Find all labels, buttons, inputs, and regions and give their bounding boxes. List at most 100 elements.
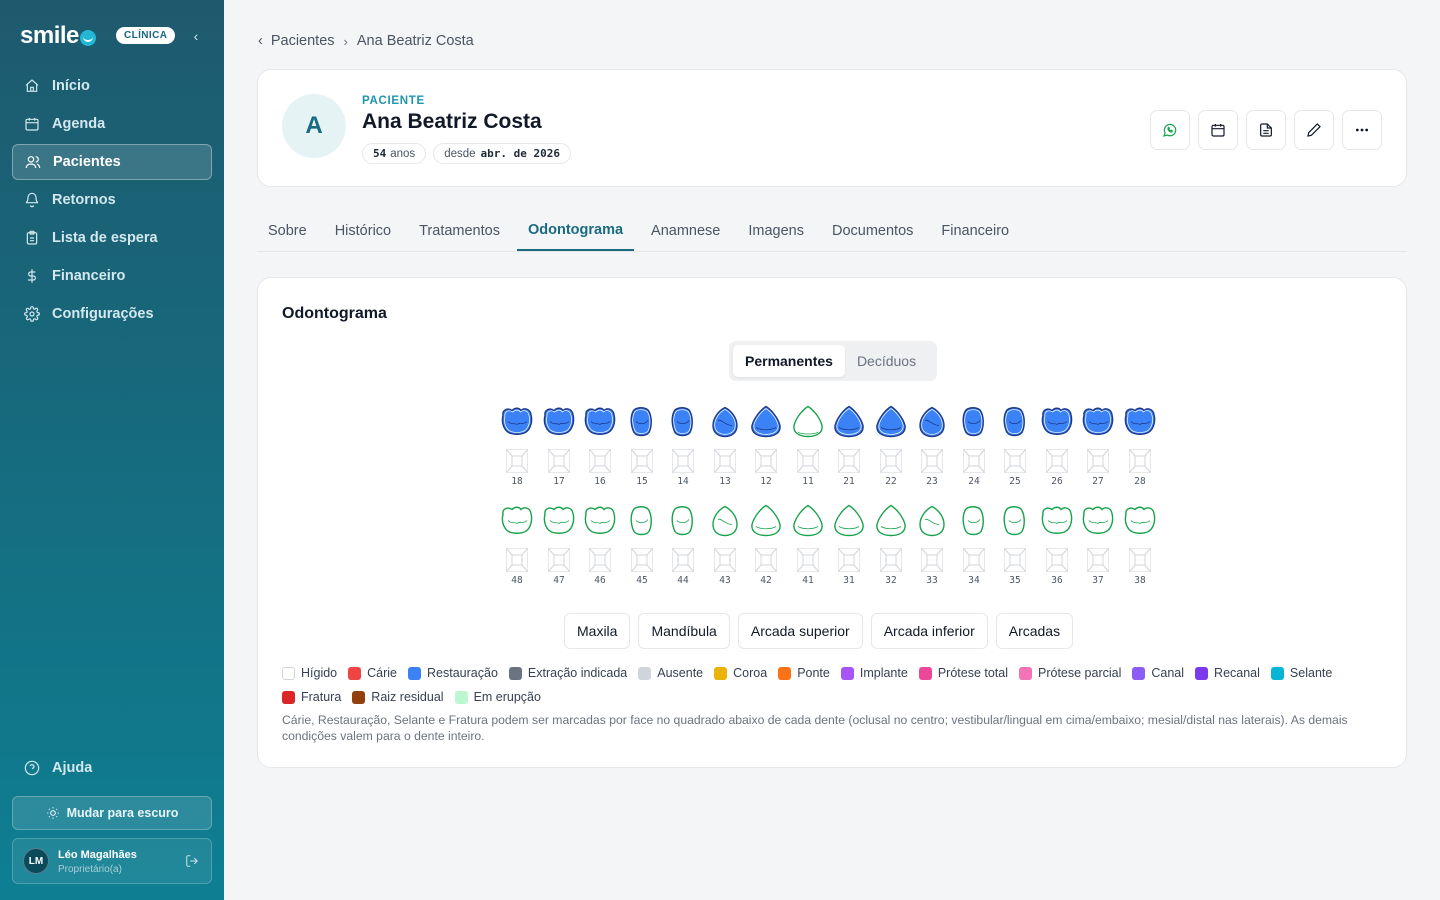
tooth-faces[interactable] (921, 449, 943, 473)
tooth-faces[interactable] (1004, 548, 1026, 572)
tooth-36[interactable]: 36 (1037, 498, 1077, 586)
tooth-14[interactable]: 14 (663, 399, 703, 487)
tooth-42[interactable]: 42 (746, 498, 786, 586)
tooth-45[interactable]: 45 (622, 498, 662, 586)
tooth-crown[interactable] (498, 498, 536, 543)
tooth-crown[interactable] (872, 498, 910, 543)
tab-odontograma[interactable]: Odontograma (516, 210, 635, 251)
tooth-35[interactable]: 35 (995, 498, 1035, 586)
tooth-faces[interactable] (1087, 449, 1109, 473)
tooth-crown[interactable] (664, 399, 702, 444)
tooth-faces[interactable] (589, 548, 611, 572)
tooth-crown[interactable] (540, 498, 578, 543)
tooth-faces[interactable] (963, 548, 985, 572)
tab-imagens[interactable]: Imagens (737, 210, 815, 251)
tooth-26[interactable]: 26 (1037, 399, 1077, 487)
tab-sobre[interactable]: Sobre (257, 210, 318, 251)
whatsapp-button[interactable] (1150, 110, 1190, 150)
tooth-faces[interactable] (880, 449, 902, 473)
tooth-faces[interactable] (1046, 548, 1068, 572)
tooth-25[interactable]: 25 (995, 399, 1035, 487)
breadcrumb-parent[interactable]: Pacientes (271, 33, 335, 49)
sidebar-item-retornos[interactable]: Retornos (12, 182, 212, 218)
tooth-crown[interactable] (872, 399, 910, 444)
tooth-faces[interactable] (714, 449, 736, 473)
tooth-faces[interactable] (1046, 449, 1068, 473)
tooth-crown[interactable] (581, 399, 619, 444)
tooth-crown[interactable] (1079, 498, 1117, 543)
tooth-31[interactable]: 31 (829, 498, 869, 586)
region-maxila-button[interactable]: Maxila (564, 613, 631, 649)
region-mandibula-button[interactable]: Mandíbula (638, 613, 730, 649)
tooth-12[interactable]: 12 (746, 399, 786, 487)
tooth-27[interactable]: 27 (1078, 399, 1118, 487)
tooth-crown[interactable] (789, 498, 827, 543)
tooth-22[interactable]: 22 (871, 399, 911, 487)
tooth-crown[interactable] (913, 399, 951, 444)
tooth-crown[interactable] (747, 399, 785, 444)
collapse-sidebar-button[interactable]: ‹ (188, 28, 204, 44)
document-button[interactable] (1246, 110, 1286, 150)
tooth-faces[interactable] (714, 548, 736, 572)
tooth-crown[interactable] (1038, 498, 1076, 543)
tooth-crown[interactable] (1079, 399, 1117, 444)
tooth-faces[interactable] (672, 449, 694, 473)
tooth-crown[interactable] (996, 399, 1034, 444)
tooth-crown[interactable] (1038, 399, 1076, 444)
tooth-37[interactable]: 37 (1078, 498, 1118, 586)
tooth-crown[interactable] (1121, 399, 1159, 444)
tooth-faces[interactable] (589, 449, 611, 473)
tooth-crown[interactable] (623, 399, 661, 444)
tab-tratamentos[interactable]: Tratamentos (408, 210, 511, 251)
tooth-faces[interactable] (755, 548, 777, 572)
tooth-crown[interactable] (955, 399, 993, 444)
edit-button[interactable] (1294, 110, 1334, 150)
tooth-44[interactable]: 44 (663, 498, 703, 586)
tooth-faces[interactable] (506, 548, 528, 572)
tooth-faces[interactable] (963, 449, 985, 473)
tooth-faces[interactable] (631, 449, 653, 473)
sidebar-item-configura-es[interactable]: Configurações (12, 296, 212, 332)
sidebar-item-financeiro[interactable]: Financeiro (12, 258, 212, 294)
tooth-crown[interactable] (996, 498, 1034, 543)
brand-logo[interactable]: smile (20, 22, 96, 50)
tooth-faces[interactable] (672, 548, 694, 572)
tooth-crown[interactable] (913, 498, 951, 543)
tooth-46[interactable]: 46 (580, 498, 620, 586)
tooth-21[interactable]: 21 (829, 399, 869, 487)
sidebar-item-pacientes[interactable]: Pacientes (12, 144, 212, 180)
tooth-faces[interactable] (755, 449, 777, 473)
schedule-button[interactable] (1198, 110, 1238, 150)
tab-anamnese[interactable]: Anamnese (640, 210, 731, 251)
tooth-41[interactable]: 41 (788, 498, 828, 586)
tab-documentos[interactable]: Documentos (821, 210, 924, 251)
tooth-faces[interactable] (1004, 449, 1026, 473)
sidebar-item-lista-de-espera[interactable]: Lista de espera (12, 220, 212, 256)
tooth-crown[interactable] (789, 399, 827, 444)
tooth-faces[interactable] (1129, 449, 1151, 473)
tooth-faces[interactable] (797, 548, 819, 572)
tooth-faces[interactable] (838, 548, 860, 572)
region-arcadas-button[interactable]: Arcadas (995, 613, 1074, 649)
tooth-16[interactable]: 16 (580, 399, 620, 487)
region-arcada-superior-button[interactable]: Arcada superior (737, 613, 863, 649)
tooth-crown[interactable] (955, 498, 993, 543)
region-arcada-inferior-button[interactable]: Arcada inferior (870, 613, 988, 649)
tooth-faces[interactable] (921, 548, 943, 572)
tooth-faces[interactable] (797, 449, 819, 473)
tooth-18[interactable]: 18 (497, 399, 537, 487)
tooth-crown[interactable] (623, 498, 661, 543)
logout-icon[interactable] (185, 854, 199, 868)
tooth-47[interactable]: 47 (539, 498, 579, 586)
tooth-23[interactable]: 23 (912, 399, 952, 487)
sidebar-item-agenda[interactable]: Agenda (12, 106, 212, 142)
tooth-crown[interactable] (706, 498, 744, 543)
tooth-faces[interactable] (838, 449, 860, 473)
tooth-24[interactable]: 24 (954, 399, 994, 487)
more-button[interactable] (1342, 110, 1382, 150)
tooth-crown[interactable] (581, 498, 619, 543)
tooth-crown[interactable] (498, 399, 536, 444)
tooth-crown[interactable] (747, 498, 785, 543)
tooth-17[interactable]: 17 (539, 399, 579, 487)
tooth-28[interactable]: 28 (1120, 399, 1160, 487)
